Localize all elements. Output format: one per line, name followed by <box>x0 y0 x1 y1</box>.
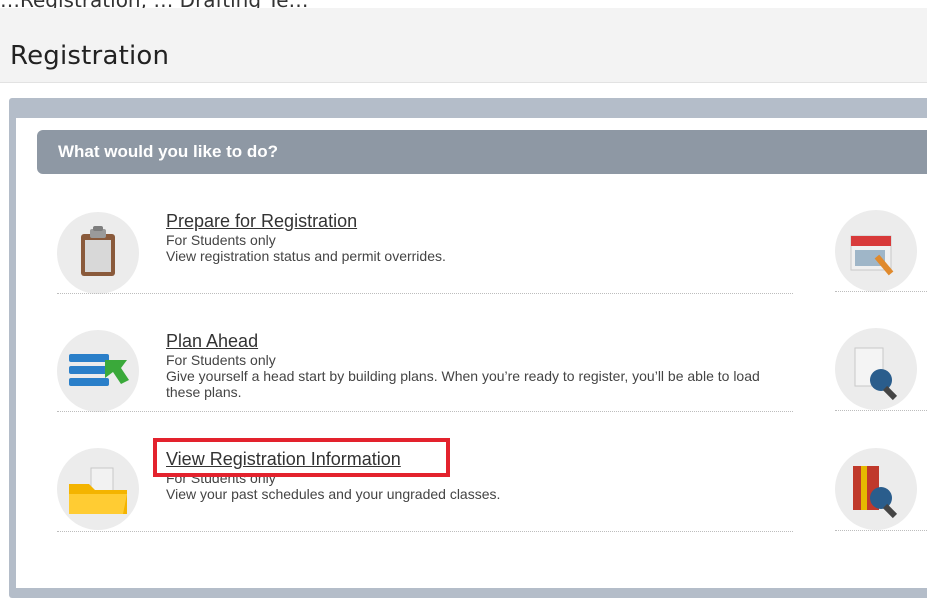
divider <box>835 410 927 411</box>
divider <box>835 530 927 531</box>
option-description: View registration status and permit over… <box>166 248 446 264</box>
option-subtitle: For Students only <box>166 232 276 248</box>
clipboard-icon <box>57 212 139 294</box>
page-header: Registration <box>0 8 927 83</box>
option-description: View your past schedules and your ungrad… <box>166 486 501 502</box>
plan-list-icon <box>57 330 139 412</box>
prepare-for-registration-link[interactable]: Prepare for Registration <box>166 210 796 232</box>
option-subtitle: For Students only <box>166 352 276 368</box>
folder-icon <box>57 448 139 530</box>
highlight-box <box>153 438 450 477</box>
document-search-icon <box>835 328 917 410</box>
option-prepare-for-registration: Prepare for Registration For Students on… <box>57 200 793 295</box>
top-cut-text: …Registration, … Drafting Te… <box>0 0 927 8</box>
divider <box>57 293 793 294</box>
divider <box>835 291 927 292</box>
option-description: Give yourself a head start by building p… <box>166 368 760 400</box>
plan-ahead-link[interactable]: Plan Ahead <box>166 330 796 352</box>
option-text: Plan Ahead For Students only Give yourse… <box>166 330 796 400</box>
option-plan-ahead: Plan Ahead For Students only Give yourse… <box>57 318 793 413</box>
page-title: Registration <box>10 41 170 71</box>
option-text: Prepare for Registration For Students on… <box>166 210 796 264</box>
calendar-icon <box>835 210 917 292</box>
section-header: What would you like to do? <box>37 130 927 174</box>
book-search-icon <box>835 448 917 530</box>
divider <box>57 411 793 412</box>
divider <box>57 531 793 532</box>
